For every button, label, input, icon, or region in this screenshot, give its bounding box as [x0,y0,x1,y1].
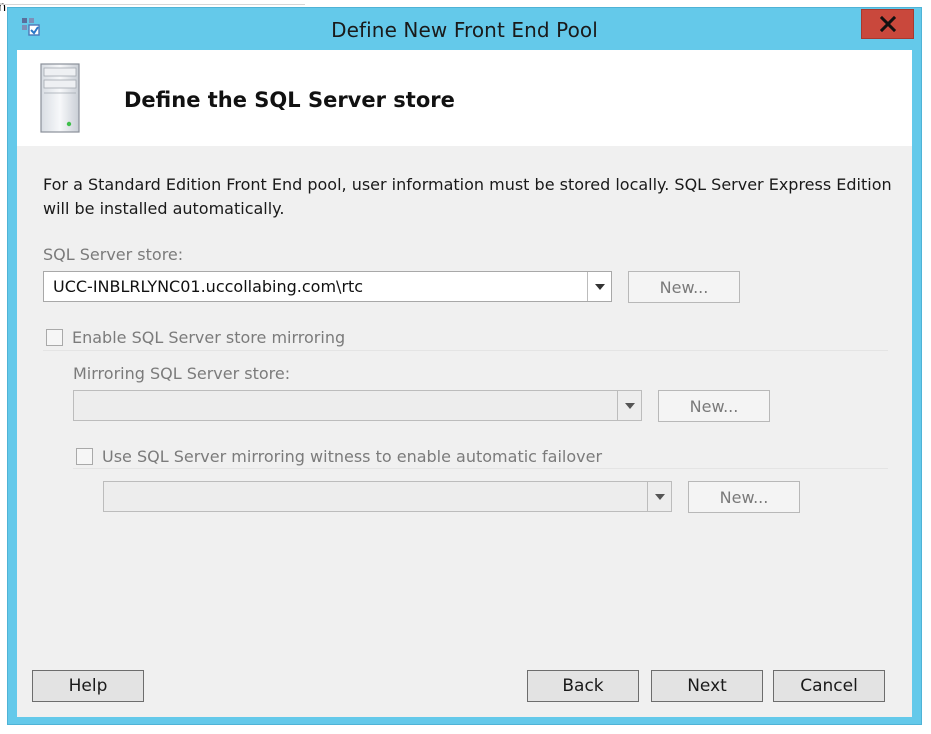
sql-store-value: UCC-INBLRLYNC01.uccollabing.com\rtc [53,277,364,296]
witness-checkbox[interactable] [76,448,93,465]
description-text: For a Standard Edition Front End pool, u… [43,175,892,218]
chevron-down-icon [654,493,665,500]
witness-new-button[interactable]: New... [688,481,800,513]
enable-mirroring-label: Enable SQL Server store mirroring [72,328,346,347]
witness-group-divider [73,468,888,469]
mirroring-store-new-button[interactable]: New... [658,390,770,422]
help-button[interactable]: Help [32,670,144,702]
witness-label: Use SQL Server mirroring witness to enab… [102,447,603,466]
background-text-fragment: n [0,0,7,15]
cancel-button[interactable]: Cancel [773,670,885,702]
next-button[interactable]: Next [651,670,763,702]
mirroring-store-label: Mirroring SQL Server store: [73,364,291,383]
title-bar[interactable]: Define New Front End Pool [8,8,921,50]
mirroring-store-combobox[interactable] [73,390,642,421]
wizard-header: Define the SQL Server store [17,50,912,146]
close-button[interactable] [861,9,914,39]
sql-store-combobox[interactable]: UCC-INBLRLYNC01.uccollabing.com\rtc [43,271,612,302]
background-divider [0,4,305,5]
chevron-down-icon [594,283,605,290]
page-title: Define the SQL Server store [124,88,455,112]
close-icon [879,16,896,32]
desktop-edge-right [922,0,931,734]
back-button[interactable]: Back [527,670,639,702]
sql-store-new-button[interactable]: New... [628,271,740,303]
witness-dropdown-button[interactable] [647,482,671,511]
server-tower-icon [40,63,80,133]
chevron-down-icon [624,402,635,409]
mirroring-store-dropdown-button[interactable] [617,391,641,420]
window-title: Define New Front End Pool [331,18,598,42]
dialog-window: Define New Front End Pool Define the SQL… [7,7,922,725]
enable-mirroring-checkbox[interactable] [46,329,63,346]
mirroring-group-divider [43,350,888,351]
sql-store-label: SQL Server store: [43,245,184,264]
dialog-client-area: Define the SQL Server store For a Standa… [17,50,912,717]
witness-combobox[interactable] [103,481,672,512]
sql-store-dropdown-button[interactable] [587,272,611,301]
desktop-edge-bottom [0,725,931,734]
